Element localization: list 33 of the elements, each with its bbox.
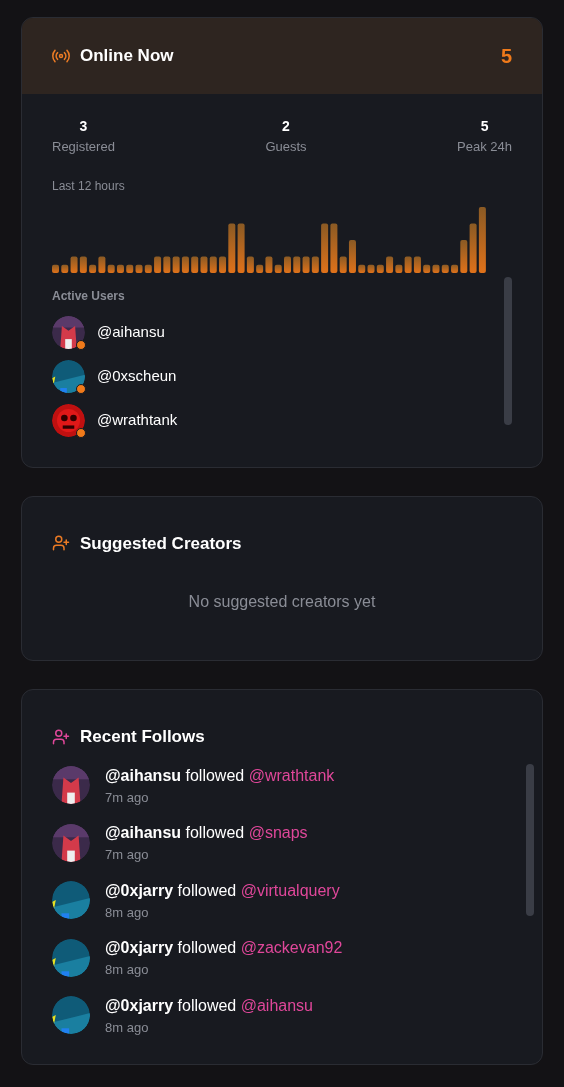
- empty-state-text: No suggested creators yet: [188, 592, 376, 612]
- timestamp: 8m ago: [105, 1018, 150, 1037]
- card-title: Recent Follows: [80, 726, 205, 748]
- activity-bar: [52, 264, 59, 273]
- user-handle[interactable]: @aihansu: [97, 320, 165, 344]
- follow-event-text: @0xjarry followed @virtualquery: [105, 880, 340, 901]
- stat-value: 5: [480, 117, 489, 136]
- stat-label: Registered: [52, 138, 115, 156]
- timestamp: 7m ago: [105, 788, 150, 807]
- scrollbar[interactable]: [504, 276, 512, 425]
- section-label: Active Users: [52, 287, 125, 305]
- stat-value: 2: [282, 117, 290, 136]
- card-title: Online Now: [80, 45, 175, 68]
- add-user-icon: [52, 727, 70, 746]
- follow-event-text: @aihansu followed @wrathtank: [105, 765, 335, 786]
- follow-event-text: @aihansu followed @snaps: [105, 823, 308, 843]
- user-handle[interactable]: @0xscheun: [97, 364, 177, 388]
- broadcast-icon: [52, 49, 70, 63]
- stat-label: Peak 24h: [457, 138, 512, 156]
- activity-label: Last 12 hours: [52, 177, 125, 195]
- follow-event-text: @0xjarry followed @aihansu: [105, 995, 313, 1016]
- stat-value: 3: [79, 117, 88, 136]
- timestamp: 7m ago: [105, 846, 150, 864]
- user-handle[interactable]: @wrathtank: [97, 408, 178, 432]
- activity-bar: [284, 256, 291, 273]
- add-user-icon: [52, 534, 70, 553]
- timestamp: 8m ago: [105, 903, 150, 922]
- follow-event-text: @0xjarry followed @zackevan92: [105, 938, 343, 958]
- stat-label: Guests: [265, 138, 307, 156]
- scrollbar[interactable]: [526, 763, 534, 916]
- timestamp: 8m ago: [105, 961, 150, 979]
- card-title: Suggested Creators: [80, 532, 242, 555]
- online-count: 5: [500, 44, 512, 69]
